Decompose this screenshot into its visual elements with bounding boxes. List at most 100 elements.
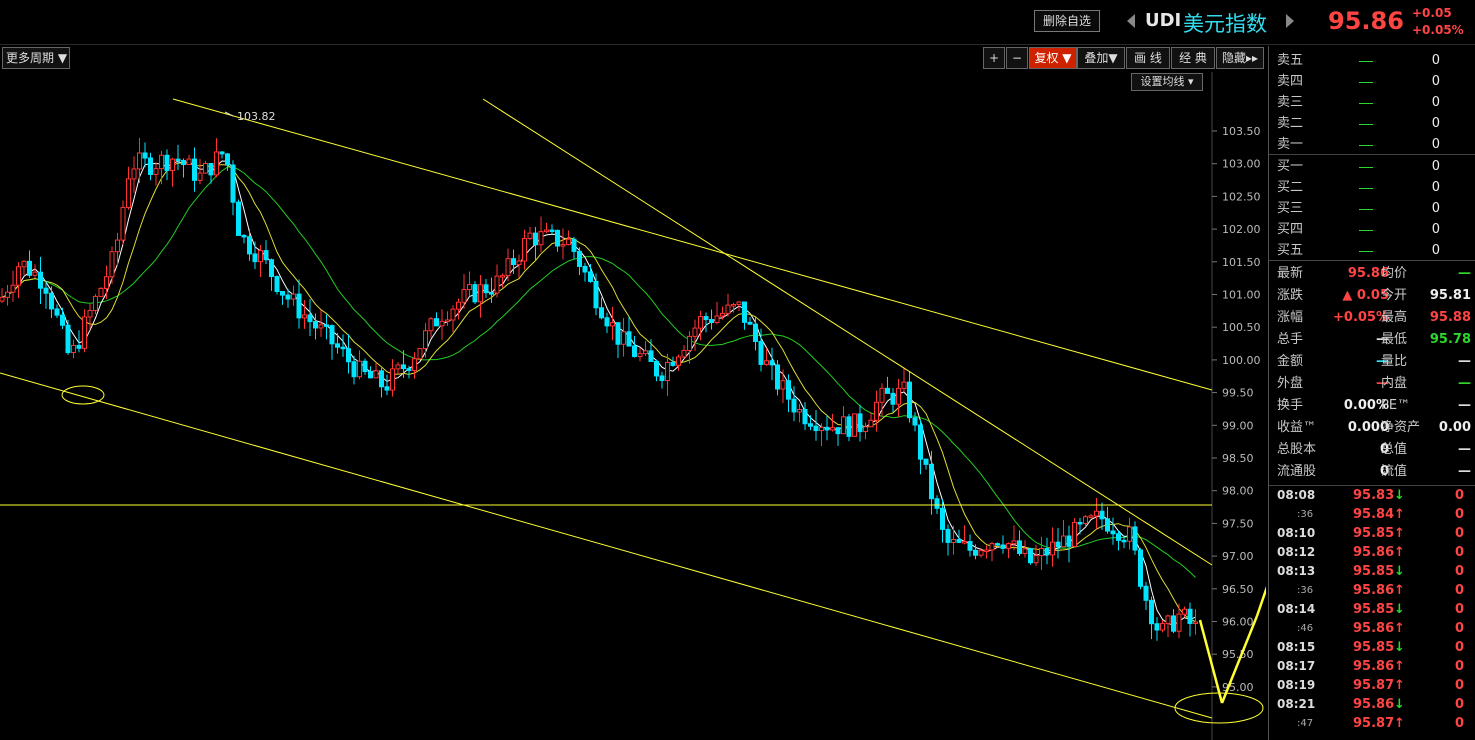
candle-body xyxy=(456,301,461,310)
tick-row[interactable]: 08:13 95.85 ↓ 0 xyxy=(1269,562,1475,581)
tick-row[interactable]: 08:12 95.86 ↑ 0 xyxy=(1269,543,1475,562)
candle-body xyxy=(802,408,808,425)
quote-value: — xyxy=(1458,376,1471,391)
candle-body xyxy=(1055,541,1061,548)
tick-row[interactable]: :36 95.84 ↑ 0 xyxy=(1269,505,1475,524)
ma-long-line xyxy=(1,166,1196,578)
candle-body xyxy=(637,353,643,357)
candle-body xyxy=(995,543,1000,546)
candle-body xyxy=(621,331,626,345)
tick-row[interactable]: 08:21 95.86 ↓ 0 xyxy=(1269,695,1475,714)
symbol-code: UDI xyxy=(1145,10,1182,31)
candle-body xyxy=(494,275,500,294)
candle-body xyxy=(549,229,555,233)
candle-body xyxy=(362,360,368,373)
candle-body xyxy=(1000,544,1006,549)
candle-body xyxy=(368,371,373,379)
hide-button[interactable]: 隐藏▸▸ xyxy=(1216,47,1264,69)
tick-volume: 0 xyxy=(1454,564,1464,579)
candle-body xyxy=(230,164,236,203)
tick-volume: 0 xyxy=(1454,678,1464,693)
symbol-name: 美元指数 xyxy=(1183,12,1267,36)
delete-watchlist-button[interactable]: 删除自选 xyxy=(1034,10,1100,32)
divider xyxy=(1269,260,1475,261)
tick-row[interactable]: :47 95.87 ↑ 0 xyxy=(1269,714,1475,733)
tick-row[interactable]: 08:14 95.85 ↓ 0 xyxy=(1269,600,1475,619)
highlight-ellipse xyxy=(61,385,105,405)
quote-value: 95.88 xyxy=(1429,310,1471,325)
next-symbol-icon[interactable] xyxy=(1286,14,1294,28)
period-dropdown[interactable]: 更多周期 ▼ xyxy=(2,47,70,69)
arrow-up-icon: ↑ xyxy=(1394,716,1405,731)
quote-label: 最新 xyxy=(1277,266,1304,281)
fuquan-label: 复权 xyxy=(1034,51,1059,65)
zoom-out-button[interactable]: − xyxy=(1006,47,1028,69)
candle-body xyxy=(885,387,890,394)
candle-body xyxy=(819,426,824,432)
tick-row[interactable]: :36 95.86 ↑ 0 xyxy=(1269,581,1475,600)
candle-body xyxy=(560,244,566,247)
arrow-down-icon: ↓ xyxy=(1394,564,1405,579)
last-price: 95.86 xyxy=(1328,7,1404,35)
candle-body xyxy=(555,229,560,247)
bid-row: 买二 0 xyxy=(1269,177,1475,198)
candle-body xyxy=(505,258,511,277)
tick-row[interactable]: 08:17 95.86 ↑ 0 xyxy=(1269,657,1475,676)
empty-price xyxy=(1359,167,1373,168)
draw-line-button[interactable]: 画 线 xyxy=(1126,47,1170,69)
tick-row[interactable]: 08:10 95.85 ↑ 0 xyxy=(1269,524,1475,543)
candle-body xyxy=(27,260,32,276)
tick-row[interactable]: 08:15 95.85 ↓ 0 xyxy=(1269,638,1475,657)
candle-body xyxy=(434,318,439,327)
candle-body xyxy=(153,168,159,175)
candle-body xyxy=(615,322,621,345)
ask-row: 卖二 0 xyxy=(1269,113,1475,134)
candle-body xyxy=(516,260,522,266)
prev-symbol-icon[interactable] xyxy=(1127,14,1135,28)
candle-body xyxy=(0,296,5,302)
arrow-up-icon: ↑ xyxy=(1394,678,1405,693)
quote-label: 流值 xyxy=(1381,464,1408,479)
candle-body xyxy=(406,368,412,371)
tick-price: 95.85 xyxy=(1353,602,1395,617)
candle-body xyxy=(846,416,852,437)
quote-row: 总手 — 最低 95.78 xyxy=(1269,329,1475,350)
bid-label: 买四 xyxy=(1277,222,1304,237)
tick-second: :47 xyxy=(1297,718,1314,729)
candle-body xyxy=(1028,548,1033,564)
quote-value: 0 xyxy=(1379,464,1389,479)
tick-volume: 0 xyxy=(1454,716,1464,731)
bid-row: 买五 0 xyxy=(1269,240,1475,261)
candle-body xyxy=(841,416,846,435)
candle-body xyxy=(1165,615,1171,625)
quote-value: 0.000 xyxy=(1347,420,1389,435)
quote-value: — xyxy=(1458,398,1471,413)
quote-row: 涨幅 +0.05% 最高 95.88 xyxy=(1269,307,1475,328)
ma-short xyxy=(1,160,1196,626)
candle-body xyxy=(577,250,582,267)
candle-body xyxy=(247,236,252,255)
candlestick-chart[interactable]: 103.50 103.00 102.50 102.00 101.50 101.00 100.… xyxy=(0,72,1266,740)
candle-body xyxy=(764,360,769,365)
classic-button[interactable]: 经 典 xyxy=(1171,47,1215,69)
tick-row[interactable]: 08:08 95.83 ↓ 0 xyxy=(1269,486,1475,505)
candle-body xyxy=(813,425,819,432)
quote-label: PE™ xyxy=(1381,398,1411,413)
zoom-in-button[interactable]: + xyxy=(983,47,1005,69)
candle-body xyxy=(907,381,912,419)
candle-body xyxy=(302,314,307,319)
candle-body xyxy=(967,541,973,551)
dropdown-icon: ▼ xyxy=(57,51,68,65)
ask-label: 卖一 xyxy=(1277,137,1304,152)
y-tick-label: 95.50 xyxy=(1222,648,1254,661)
candle-body xyxy=(450,308,456,321)
fuquan-dropdown[interactable]: 复权 ▼ xyxy=(1029,47,1077,69)
tick-row[interactable]: :46 95.86 ↑ 0 xyxy=(1269,619,1475,638)
candle-body xyxy=(1176,613,1182,632)
candle-body xyxy=(32,271,38,276)
overlay-dropdown[interactable]: 叠加▼ xyxy=(1077,47,1125,69)
tick-row[interactable]: 08:19 95.87 ↑ 0 xyxy=(1269,676,1475,695)
arrow-up-icon: ↑ xyxy=(1394,545,1405,560)
candle-body xyxy=(890,392,896,405)
candle-body xyxy=(874,401,879,421)
